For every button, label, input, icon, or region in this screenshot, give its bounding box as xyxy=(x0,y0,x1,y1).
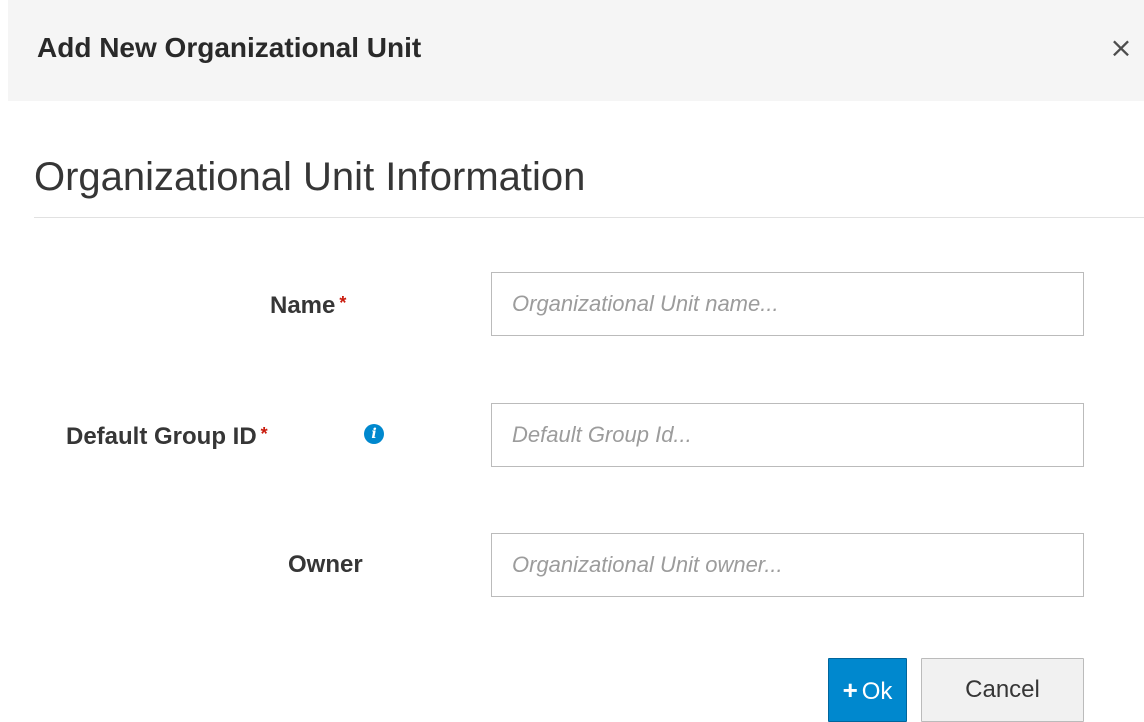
ok-button[interactable]: + Ok xyxy=(828,658,907,722)
info-circle-icon[interactable]: i xyxy=(364,424,384,444)
owner-label-text: Owner xyxy=(288,551,363,578)
section-divider xyxy=(34,217,1144,218)
name-label-text: Name xyxy=(270,292,336,319)
owner-input[interactable] xyxy=(491,533,1084,597)
name-required-marker: * xyxy=(339,293,347,313)
dialog-header: Add New Organizational Unit × xyxy=(8,0,1144,101)
section-title: Organizational Unit Information xyxy=(34,155,586,199)
name-label: Name * xyxy=(270,288,346,321)
plus-icon: + xyxy=(842,675,858,705)
default-group-id-input[interactable] xyxy=(491,403,1084,467)
default-group-id-label-text: Default Group ID xyxy=(66,423,257,450)
owner-label: Owner xyxy=(288,550,363,580)
cancel-button[interactable]: Cancel xyxy=(921,658,1084,722)
close-button[interactable]: × xyxy=(1106,30,1136,66)
dialog-title: Add New Organizational Unit xyxy=(37,32,422,63)
default-group-id-label: Default Group ID * xyxy=(66,419,268,452)
ok-button-label: Ok xyxy=(861,678,893,705)
name-input[interactable] xyxy=(491,272,1084,336)
default-group-id-required-marker: * xyxy=(260,424,268,444)
add-organizational-unit-dialog: Add New Organizational Unit × Organizati… xyxy=(0,0,1144,722)
